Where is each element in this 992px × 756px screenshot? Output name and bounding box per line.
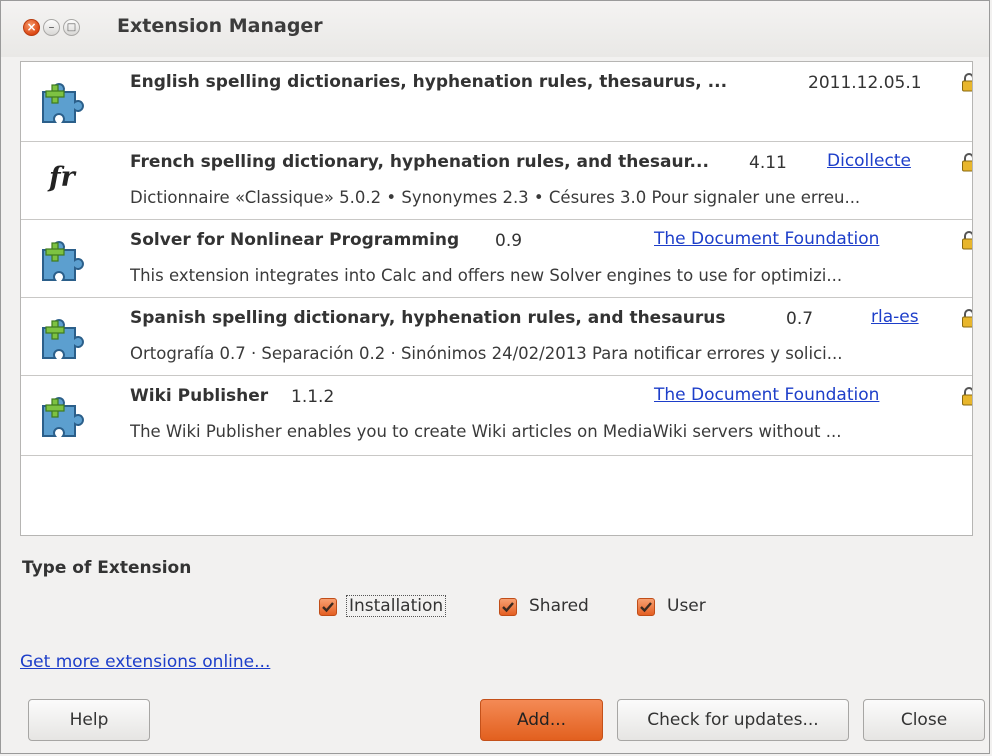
extension-name: Wiki Publisher <box>130 386 269 406</box>
extension-publisher-link[interactable]: rla-es <box>871 307 919 327</box>
checkbox-checked-icon <box>637 598 655 616</box>
extension-row[interactable]: English spelling dictionaries, hyphenati… <box>21 62 972 142</box>
extension-row[interactable]: fr French spelling dictionary, hyphenati… <box>21 142 972 220</box>
extension-description: Dictionnaire «Classique» 5.0.2 • Synonym… <box>130 188 861 207</box>
installation-label: Installation <box>346 595 447 617</box>
lock-icon <box>962 153 972 172</box>
extension-version: 4.11 <box>749 153 787 173</box>
title-bar: × – □ Extension Manager <box>1 1 989 57</box>
puzzle-icon <box>42 241 84 281</box>
extension-version: 1.1.2 <box>291 387 335 407</box>
shared-label: Shared <box>529 596 589 616</box>
close-icon: × <box>26 20 37 34</box>
help-button[interactable]: Help <box>28 699 150 741</box>
extension-publisher-link[interactable]: Dicollecte <box>827 151 911 171</box>
extension-row[interactable]: Spanish spelling dictionary, hyphenation… <box>21 298 972 376</box>
user-checkbox[interactable]: User <box>637 596 727 620</box>
extension-name: English spelling dictionaries, hyphenati… <box>130 72 728 92</box>
fr-icon: fr <box>49 162 75 193</box>
extension-publisher-link[interactable]: The Document Foundation <box>654 385 879 405</box>
extension-name: French spelling dictionary, hyphenation … <box>130 152 709 172</box>
window-maximize-button[interactable]: □ <box>63 19 80 36</box>
installation-checkbox[interactable]: Installation <box>319 595 479 620</box>
extension-version: 0.9 <box>495 231 523 251</box>
user-label: User <box>667 596 706 616</box>
window-close-button[interactable]: × <box>23 19 40 36</box>
window-title: Extension Manager <box>117 15 323 37</box>
extension-version: 0.7 <box>786 309 814 329</box>
checkbox-checked-icon <box>319 598 337 616</box>
extension-name: Solver for Nonlinear Programming <box>130 230 460 250</box>
minimize-icon: – <box>48 20 55 34</box>
lock-icon <box>962 231 972 250</box>
window-minimize-button[interactable]: – <box>43 19 60 36</box>
extension-version: 2011.12.05.1 <box>808 73 922 93</box>
puzzle-icon <box>42 397 84 437</box>
add-button[interactable]: Add... <box>480 699 603 741</box>
lock-icon <box>962 73 972 92</box>
extension-row[interactable]: Solver for Nonlinear Programming 0.9 The… <box>21 220 972 298</box>
extension-list[interactable]: English spelling dictionaries, hyphenati… <box>20 61 973 536</box>
puzzle-icon <box>42 319 84 359</box>
extension-name: Spanish spelling dictionary, hyphenation… <box>130 308 726 328</box>
type-of-extension-heading: Type of Extension <box>22 558 192 578</box>
checkbox-checked-icon <box>499 598 517 616</box>
extension-manager-dialog: × – □ Extension Manager English spelling… <box>0 0 990 754</box>
close-button[interactable]: Close <box>863 699 985 741</box>
get-more-extensions-link[interactable]: Get more extensions online... <box>20 652 270 672</box>
check-for-updates-button[interactable]: Check for updates... <box>617 699 849 741</box>
extension-description: Ortografía 0.7 · Separación 0.2 · Sinóni… <box>130 344 843 363</box>
puzzle-icon <box>42 83 84 123</box>
maximize-icon: □ <box>66 22 77 33</box>
lock-icon <box>962 309 972 328</box>
extension-description: This extension integrates into Calc and … <box>130 266 843 285</box>
extension-publisher-link[interactable]: The Document Foundation <box>654 229 879 249</box>
extension-row[interactable]: Wiki Publisher 1.1.2 The Document Founda… <box>21 376 972 456</box>
shared-checkbox[interactable]: Shared <box>499 596 609 620</box>
extension-description: The Wiki Publisher enables you to create… <box>130 422 842 441</box>
lock-icon <box>962 387 972 406</box>
